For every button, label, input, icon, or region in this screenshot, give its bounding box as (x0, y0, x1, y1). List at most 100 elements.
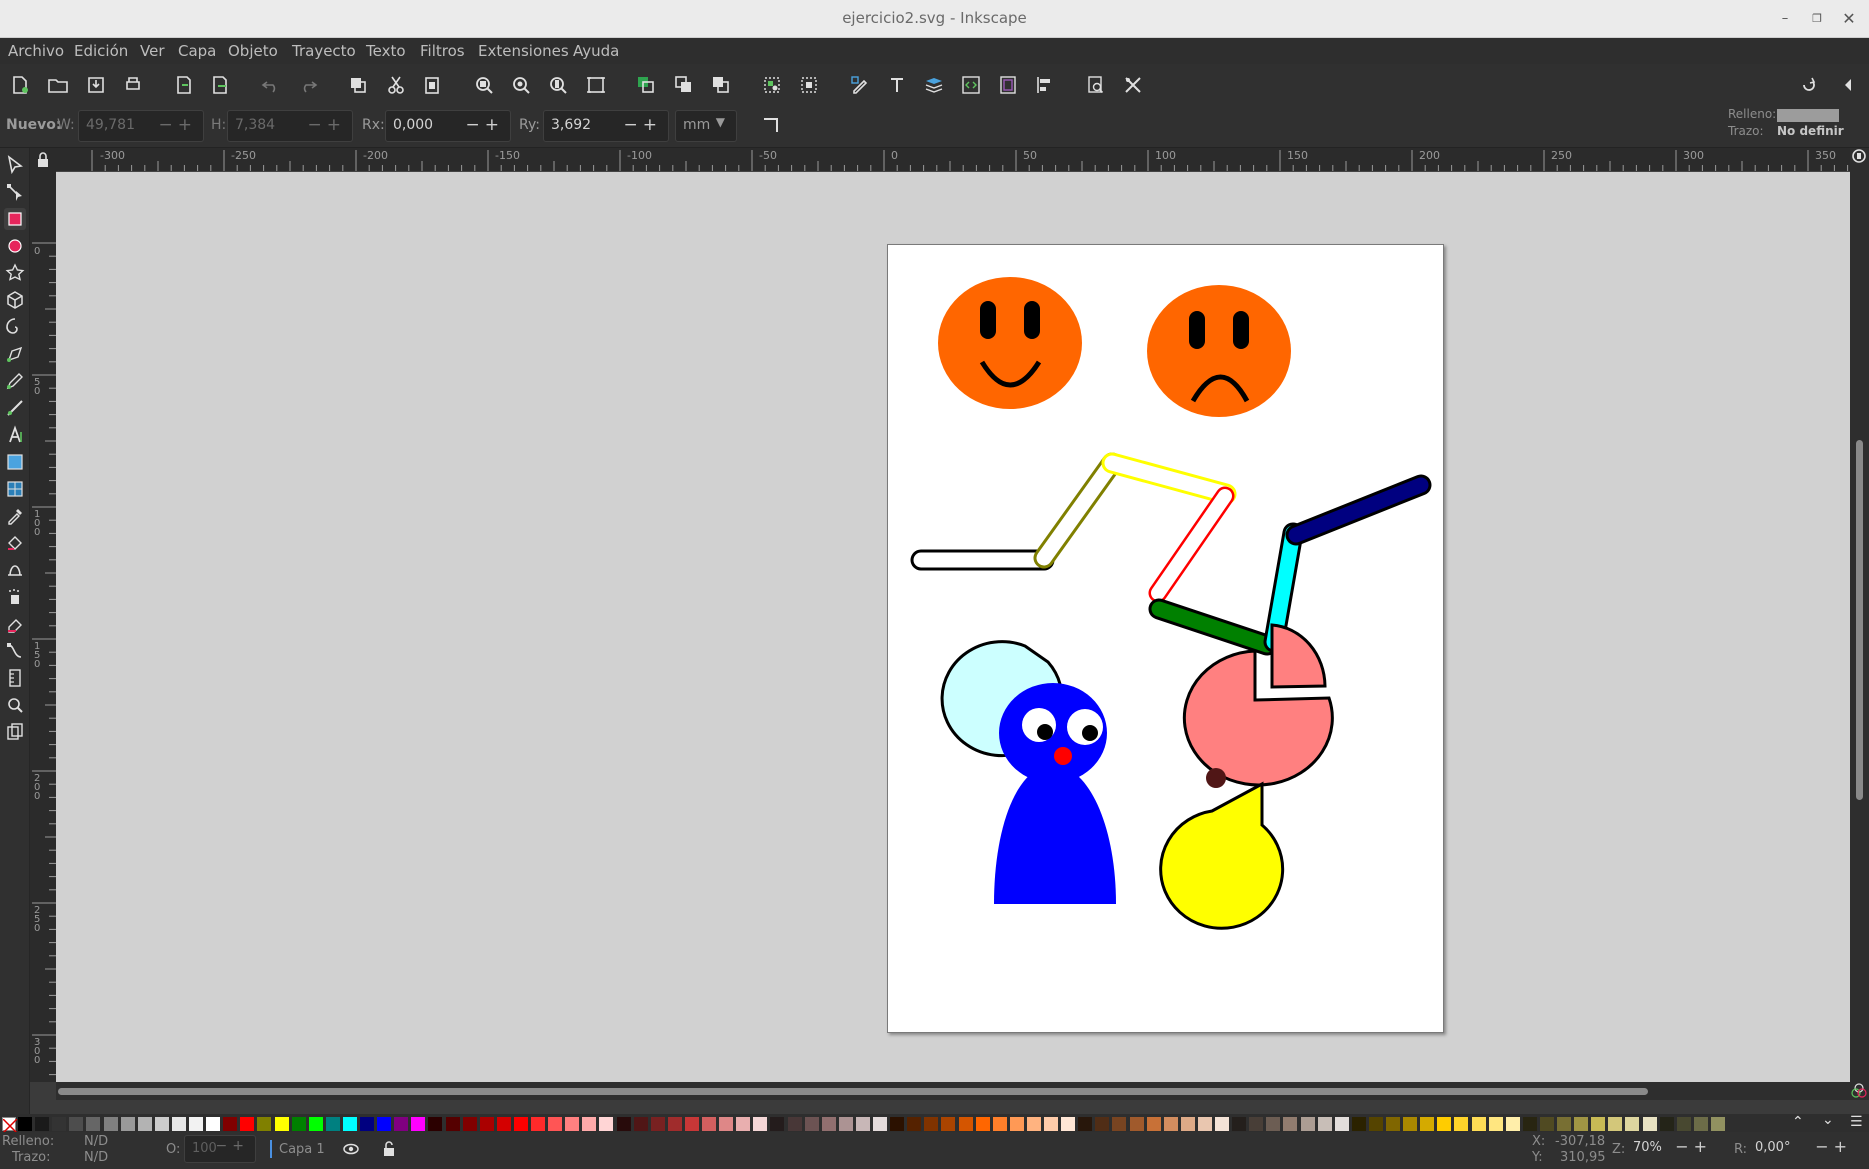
palette-swatch[interactable] (1249, 1117, 1264, 1131)
palette-swatch[interactable] (565, 1117, 580, 1131)
import-icon[interactable] (172, 73, 196, 97)
opacity-stepper-icon[interactable]: −+ (216, 1138, 249, 1154)
height-stepper-icon[interactable]: −+ (308, 115, 347, 135)
palette-swatch[interactable] (1009, 1117, 1024, 1131)
zoom-page-icon[interactable] (546, 73, 570, 97)
palette-swatch[interactable] (1095, 1117, 1110, 1131)
palette-swatch[interactable] (1659, 1117, 1674, 1131)
palette-swatch[interactable] (1283, 1117, 1298, 1131)
menu-ayuda[interactable]: Ayuda (573, 42, 619, 60)
palette-swatch[interactable] (1146, 1117, 1161, 1131)
zoom-fit-icon[interactable] (584, 73, 608, 97)
menu-archivo[interactable]: Archivo (8, 42, 64, 60)
happy-face[interactable] (938, 277, 1082, 409)
palette-swatch[interactable] (1454, 1117, 1469, 1131)
palette-swatch[interactable] (667, 1117, 682, 1131)
width-field[interactable]: 49,781 −+ (78, 110, 204, 142)
palette-swatch[interactable] (1557, 1117, 1571, 1131)
palette-swatch[interactable] (274, 1117, 289, 1131)
palette-swatch[interactable] (1642, 1117, 1657, 1131)
palette-swatch[interactable] (736, 1117, 751, 1131)
palette-swatch[interactable] (394, 1117, 409, 1131)
zoom-correction-icon[interactable] (1851, 148, 1868, 169)
zoom-stepper-icon[interactable]: −+ (1675, 1137, 1712, 1156)
redo-icon[interactable] (296, 73, 320, 97)
palette-swatch[interactable] (821, 1117, 836, 1131)
palette-swatch[interactable] (770, 1117, 785, 1131)
unlink-clone-icon[interactable] (709, 73, 733, 97)
pacman[interactable] (1159, 768, 1285, 930)
zoom-field[interactable]: 70% −+ (1626, 1135, 1718, 1163)
palette-swatch[interactable] (941, 1117, 956, 1131)
vertical-ruler[interactable]: 0 50 100 150 200 250 300 (30, 172, 56, 1082)
horizontal-ruler[interactable]: -300 -250 -200 -150 -100 -50 0 50 100 15… (56, 148, 1850, 172)
palette-swatch[interactable] (1061, 1117, 1076, 1131)
palette-swatch[interactable] (1710, 1117, 1725, 1131)
menu-edicion[interactable]: Edición (74, 42, 128, 60)
paste-icon[interactable] (420, 73, 444, 97)
palette-swatch[interactable] (1403, 1117, 1418, 1131)
duplicate-icon[interactable] (634, 73, 658, 97)
palette-swatch[interactable] (240, 1117, 255, 1131)
text-font-icon[interactable] (885, 73, 909, 97)
palette-swatch[interactable] (975, 1117, 990, 1131)
document-properties-icon[interactable] (996, 73, 1020, 97)
menu-objeto[interactable]: Objeto (228, 42, 278, 60)
rotation-stepper-icon[interactable]: −+ (1815, 1137, 1852, 1156)
palette-swatch[interactable] (206, 1117, 221, 1131)
palette-swatch[interactable] (1351, 1117, 1366, 1131)
layer-visibility-icon[interactable] (342, 1140, 360, 1162)
palette-swatch[interactable] (120, 1117, 135, 1131)
palette-swatch[interactable] (1180, 1117, 1195, 1131)
palette-swatch[interactable] (684, 1117, 699, 1131)
palette-scroll-up-icon[interactable]: ⌃ (1792, 1114, 1804, 1130)
palette-swatch[interactable] (445, 1117, 460, 1131)
palette-swatch[interactable] (1420, 1117, 1435, 1131)
palette-swatch[interactable] (1197, 1117, 1212, 1131)
palette-swatch[interactable] (1368, 1117, 1383, 1131)
palette-swatch[interactable] (479, 1117, 494, 1131)
palette-swatch[interactable] (137, 1117, 152, 1131)
palette-swatch[interactable] (907, 1117, 922, 1131)
ungroup-icon[interactable] (797, 73, 821, 97)
rectangle-tool-icon[interactable] (4, 208, 26, 230)
palette-swatch[interactable] (890, 1117, 905, 1131)
palette-menu-icon[interactable]: ☰ (1850, 1114, 1863, 1130)
palette-scroll-down-icon[interactable]: ⌄ (1822, 1112, 1834, 1128)
palette-swatch[interactable] (1215, 1117, 1229, 1131)
collapse-arrow-icon[interactable] (1836, 73, 1860, 97)
calligraphy-tool-icon[interactable] (4, 397, 26, 419)
palette-swatch[interactable] (18, 1117, 32, 1131)
palette-swatch[interactable] (633, 1117, 648, 1131)
eraser-tool-icon[interactable] (4, 613, 26, 635)
horizontal-scroll-thumb[interactable] (58, 1088, 1648, 1095)
palette-swatch[interactable] (342, 1117, 357, 1131)
spray-tool-icon[interactable] (4, 586, 26, 608)
document-page[interactable] (887, 244, 1444, 1033)
palette-swatch[interactable] (1539, 1117, 1554, 1131)
open-folder-icon[interactable] (46, 73, 70, 97)
palette-swatch[interactable] (308, 1117, 323, 1131)
save-icon[interactable] (84, 73, 108, 97)
palette-swatch[interactable] (1505, 1117, 1520, 1131)
palette-swatch[interactable] (855, 1117, 870, 1131)
palette-swatch[interactable] (1112, 1117, 1127, 1131)
palette-swatch[interactable] (1574, 1117, 1589, 1131)
undo-icon[interactable] (259, 73, 283, 97)
close-button[interactable]: ✕ (1838, 8, 1860, 30)
menu-capa[interactable]: Capa (178, 42, 216, 60)
palette-swatch[interactable] (1026, 1117, 1041, 1131)
palette-swatch[interactable] (1317, 1117, 1332, 1131)
menu-ver[interactable]: Ver (140, 42, 165, 60)
palette-swatch[interactable] (462, 1117, 477, 1131)
palette-swatch[interactable] (257, 1117, 272, 1131)
palette-swatch[interactable] (1334, 1117, 1349, 1131)
palette-swatch[interactable] (702, 1117, 716, 1131)
palette-swatch[interactable] (291, 1117, 306, 1131)
menu-trayecto[interactable]: Trayecto (292, 42, 356, 60)
zoom-tool-icon[interactable] (4, 694, 26, 716)
no-paint-swatch[interactable] (2, 1117, 18, 1134)
palette-swatch[interactable] (1676, 1117, 1691, 1131)
remove-rounded-corners-icon[interactable] (764, 118, 778, 132)
menu-extensiones[interactable]: Extensiones (478, 42, 569, 60)
